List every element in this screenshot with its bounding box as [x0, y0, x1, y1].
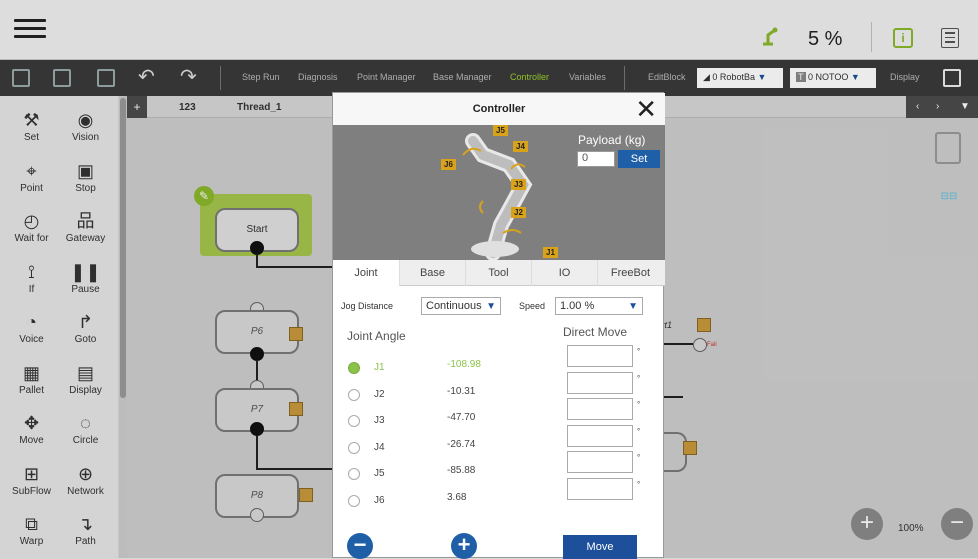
- degree-unit: °: [637, 453, 641, 462]
- controller-dialog: Controller ✕ J5 J4 J6 J3 J2 J1 Payload (…: [332, 92, 665, 559]
- joint-angle-header: Joint Angle: [347, 329, 406, 343]
- joint-name: J3: [374, 415, 385, 426]
- tab-io[interactable]: IO: [531, 260, 597, 286]
- tab-joint[interactable]: Joint: [333, 260, 399, 286]
- joint-label: J2: [511, 207, 526, 218]
- joint-radio[interactable]: [348, 415, 360, 427]
- joint-radio[interactable]: [348, 441, 360, 454]
- dialog-title: Controller: [333, 93, 665, 125]
- joint-label: J4: [513, 141, 528, 152]
- direct-move-input[interactable]: [567, 477, 633, 500]
- joint-name: J2: [374, 388, 385, 400]
- joint-value: -10.31: [447, 385, 476, 397]
- direct-move-input[interactable]: [567, 345, 633, 367]
- joint-value: -47.70: [447, 412, 476, 423]
- degree-unit: °: [637, 426, 641, 436]
- joint-label: J6: [441, 159, 456, 170]
- joint-name: J5: [374, 468, 385, 479]
- joint-radio[interactable]: [348, 362, 360, 374]
- speed-value: 1.00 %: [560, 300, 595, 312]
- joint-label: J1: [543, 247, 558, 258]
- minus-button[interactable]: −: [347, 533, 373, 559]
- direct-move-input[interactable]: [567, 424, 633, 447]
- close-icon[interactable]: ✕: [635, 96, 657, 122]
- jog-distance-label: Jog Distance: [341, 301, 394, 311]
- joint-value: 3.68: [447, 491, 467, 503]
- joint-label: J5: [493, 125, 508, 136]
- degree-unit: °: [637, 373, 641, 383]
- degree-unit: °: [637, 400, 641, 409]
- chevron-down-icon: ▼: [628, 301, 638, 312]
- joint-name: J4: [374, 441, 385, 453]
- direct-move-header: Direct Move: [563, 325, 628, 339]
- joint-value: -108.98: [447, 359, 481, 370]
- joint-label: J3: [511, 179, 526, 190]
- degree-unit: °: [637, 347, 641, 356]
- move-button[interactable]: Move: [563, 535, 637, 559]
- plus-button[interactable]: +: [451, 533, 477, 559]
- direct-move-input[interactable]: [567, 371, 633, 394]
- direct-move-input[interactable]: [567, 398, 633, 420]
- tab-freebot[interactable]: FreeBot: [597, 260, 663, 286]
- jog-distance-value: Continuous: [426, 300, 482, 312]
- joint-name: J1: [374, 362, 385, 373]
- joint-name: J6: [374, 494, 385, 506]
- speed-label: Speed: [519, 301, 546, 311]
- joint-value: -85.88: [447, 465, 476, 476]
- direct-move-input[interactable]: [567, 451, 633, 473]
- tab-tool[interactable]: Tool: [465, 260, 531, 286]
- payload-set-button[interactable]: Set: [618, 150, 660, 168]
- jog-distance-select[interactable]: Continuous ▼: [421, 297, 501, 315]
- joint-radio[interactable]: [348, 494, 360, 507]
- joint-radio[interactable]: [348, 468, 360, 480]
- payload-label: Payload (kg): [578, 133, 646, 147]
- tab-base[interactable]: Base: [399, 260, 465, 286]
- speed-select[interactable]: 1.00 % ▼: [555, 297, 643, 315]
- chevron-down-icon: ▼: [486, 301, 496, 312]
- joint-radio[interactable]: [348, 388, 360, 401]
- dialog-tabs: Joint Base Tool IO FreeBot: [333, 260, 665, 286]
- robot-image: J5 J4 J6 J3 J2 J1 Payload (kg) 0 Set: [333, 125, 665, 260]
- payload-input[interactable]: 0: [577, 151, 615, 167]
- degree-unit: °: [637, 479, 641, 489]
- joint-value: -26.74: [447, 438, 476, 450]
